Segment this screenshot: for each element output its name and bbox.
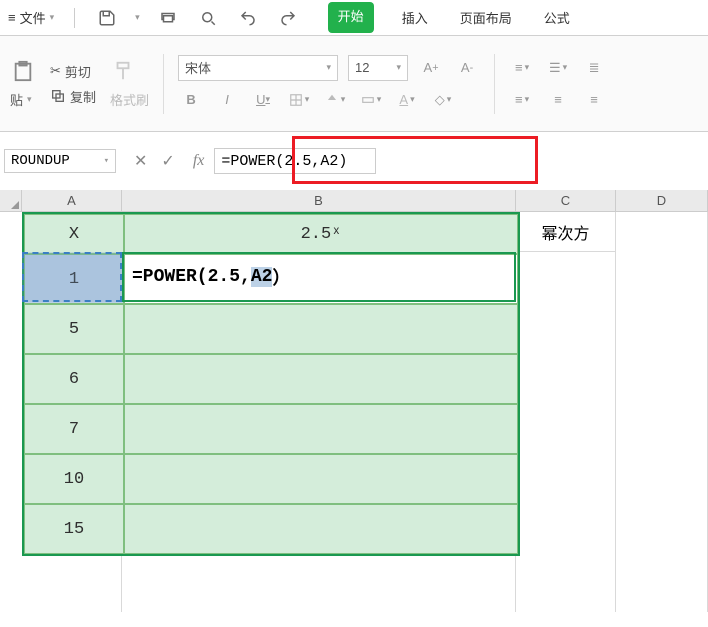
cell-b7[interactable] bbox=[124, 504, 518, 554]
cell-a2[interactable]: 1 bbox=[24, 254, 124, 304]
column-label: D bbox=[657, 193, 666, 208]
tab-label: 开始 bbox=[338, 9, 364, 24]
cell-value: 5 bbox=[69, 320, 79, 339]
column-label: C bbox=[561, 193, 570, 208]
highlight-box bbox=[292, 136, 538, 184]
tab-label: 公式 bbox=[544, 11, 570, 26]
cell-value: 15 bbox=[64, 520, 84, 539]
format-painter-label: 格式刷 bbox=[110, 90, 149, 109]
tab-layout[interactable]: 页面布局 bbox=[456, 2, 516, 33]
cell-b6[interactable] bbox=[124, 454, 518, 504]
cut-button[interactable]: ✂ 剪切 bbox=[50, 62, 96, 81]
cell-c1[interactable]: 幂次方 bbox=[516, 212, 616, 252]
font-size-select[interactable]: 12▾ bbox=[348, 55, 408, 81]
confirm-icon[interactable]: ✓ bbox=[161, 151, 174, 171]
tab-start[interactable]: 开始 bbox=[328, 2, 374, 33]
align-right-button[interactable]: ≡ bbox=[581, 87, 607, 113]
cell-a5[interactable]: 7 bbox=[24, 404, 124, 454]
paste-label: 贴 bbox=[10, 90, 23, 109]
increase-font-icon[interactable]: A+ bbox=[418, 55, 444, 81]
align-center-button[interactable]: ≡ bbox=[545, 87, 571, 113]
italic-button[interactable]: I bbox=[214, 87, 240, 113]
column-header-c[interactable]: C bbox=[516, 190, 616, 211]
cell-a6[interactable]: 10 bbox=[24, 454, 124, 504]
column-header-d[interactable]: D bbox=[616, 190, 708, 211]
font-color-button[interactable]: A bbox=[394, 87, 420, 113]
cell-value: 6 bbox=[69, 370, 79, 389]
cell-a4[interactable]: 6 bbox=[24, 354, 124, 404]
menu-icon: ≡ bbox=[8, 10, 16, 25]
bold-button[interactable]: B bbox=[178, 87, 204, 113]
align-middle-button[interactable]: ☰ bbox=[545, 55, 571, 81]
formula-ref: A2 bbox=[251, 267, 273, 287]
border-button[interactable] bbox=[286, 87, 312, 113]
cut-label: 剪切 bbox=[65, 62, 91, 81]
font-name-select[interactable]: 宋体▾ bbox=[178, 55, 338, 81]
undo-icon[interactable] bbox=[236, 6, 260, 30]
cell-editor[interactable]: =POWER(2.5,A2） bbox=[126, 252, 512, 302]
chevron-down-icon: ▾ bbox=[104, 156, 109, 166]
name-box-value: ROUNDUP bbox=[11, 153, 70, 169]
copy-icon bbox=[50, 88, 66, 104]
header-expo[interactable]: 2.5ˣ bbox=[124, 214, 518, 254]
cell-b3[interactable] bbox=[124, 304, 518, 354]
copy-button[interactable]: 复制 bbox=[50, 87, 96, 106]
redo-icon[interactable] bbox=[276, 6, 300, 30]
cell-value: 1 bbox=[69, 270, 79, 289]
separator bbox=[74, 8, 75, 28]
save-icon[interactable] bbox=[95, 6, 119, 30]
cell-value: 7 bbox=[69, 420, 79, 439]
tab-label: 页面布局 bbox=[460, 11, 512, 26]
merge-button[interactable] bbox=[358, 87, 384, 113]
cell-value: 2.5ˣ bbox=[301, 225, 342, 244]
fill-color-button[interactable] bbox=[322, 87, 348, 113]
font-size-value: 12 bbox=[355, 60, 369, 75]
cell-value: 幂次方 bbox=[541, 220, 589, 244]
formula-part: =POWER(2.5, bbox=[132, 267, 251, 287]
paste-icon[interactable] bbox=[10, 58, 36, 84]
name-box[interactable]: ROUNDUP ▾ bbox=[4, 149, 116, 173]
cell-a7[interactable]: 15 bbox=[24, 504, 124, 554]
eraser-button[interactable]: ◇ bbox=[430, 87, 456, 113]
scissors-icon: ✂ bbox=[50, 63, 61, 79]
formula-part: ） bbox=[272, 264, 290, 290]
print-icon[interactable] bbox=[156, 6, 180, 30]
column-header-a[interactable]: A bbox=[22, 190, 122, 211]
cell-value: X bbox=[69, 225, 79, 244]
tab-insert[interactable]: 插入 bbox=[398, 2, 432, 33]
separator bbox=[163, 54, 164, 114]
column-header-b[interactable]: B bbox=[122, 190, 516, 211]
column-label: A bbox=[67, 193, 76, 208]
select-all-corner[interactable] bbox=[0, 190, 22, 211]
fx-icon[interactable]: fx bbox=[193, 152, 205, 170]
align-left-button[interactable]: ≡ bbox=[509, 87, 535, 113]
tab-formulas[interactable]: 公式 bbox=[540, 2, 574, 33]
cell-value: 10 bbox=[64, 470, 84, 489]
chevron-down-icon[interactable]: ▾ bbox=[135, 12, 140, 23]
cell-a3[interactable]: 5 bbox=[24, 304, 124, 354]
cell-b4[interactable] bbox=[124, 354, 518, 404]
bold-label: B bbox=[186, 92, 195, 107]
column-label: B bbox=[314, 193, 323, 208]
tab-label: 插入 bbox=[402, 11, 428, 26]
italic-label: I bbox=[225, 92, 229, 107]
header-x[interactable]: X bbox=[24, 214, 124, 254]
underline-label: U bbox=[256, 92, 265, 107]
file-label: 文件 bbox=[20, 8, 46, 27]
cancel-icon[interactable]: ✕ bbox=[134, 151, 147, 171]
format-painter-button[interactable]: 格式刷 bbox=[110, 90, 149, 109]
decrease-font-icon[interactable]: A- bbox=[454, 55, 480, 81]
copy-label: 复制 bbox=[70, 87, 96, 106]
underline-button[interactable]: U▾ bbox=[250, 87, 276, 113]
file-menu[interactable]: ≡ 文件 ▾ bbox=[8, 8, 54, 27]
format-painter-icon[interactable] bbox=[110, 58, 136, 84]
paste-button[interactable]: 贴▾ bbox=[10, 90, 36, 109]
cell-b5[interactable] bbox=[124, 404, 518, 454]
preview-icon[interactable] bbox=[196, 6, 220, 30]
chevron-down-icon: ▾ bbox=[50, 12, 55, 23]
align-top-button[interactable]: ≡ bbox=[509, 55, 535, 81]
separator bbox=[494, 54, 495, 114]
font-name-value: 宋体 bbox=[185, 58, 211, 77]
align-bottom-button[interactable]: ≣ bbox=[581, 55, 607, 81]
